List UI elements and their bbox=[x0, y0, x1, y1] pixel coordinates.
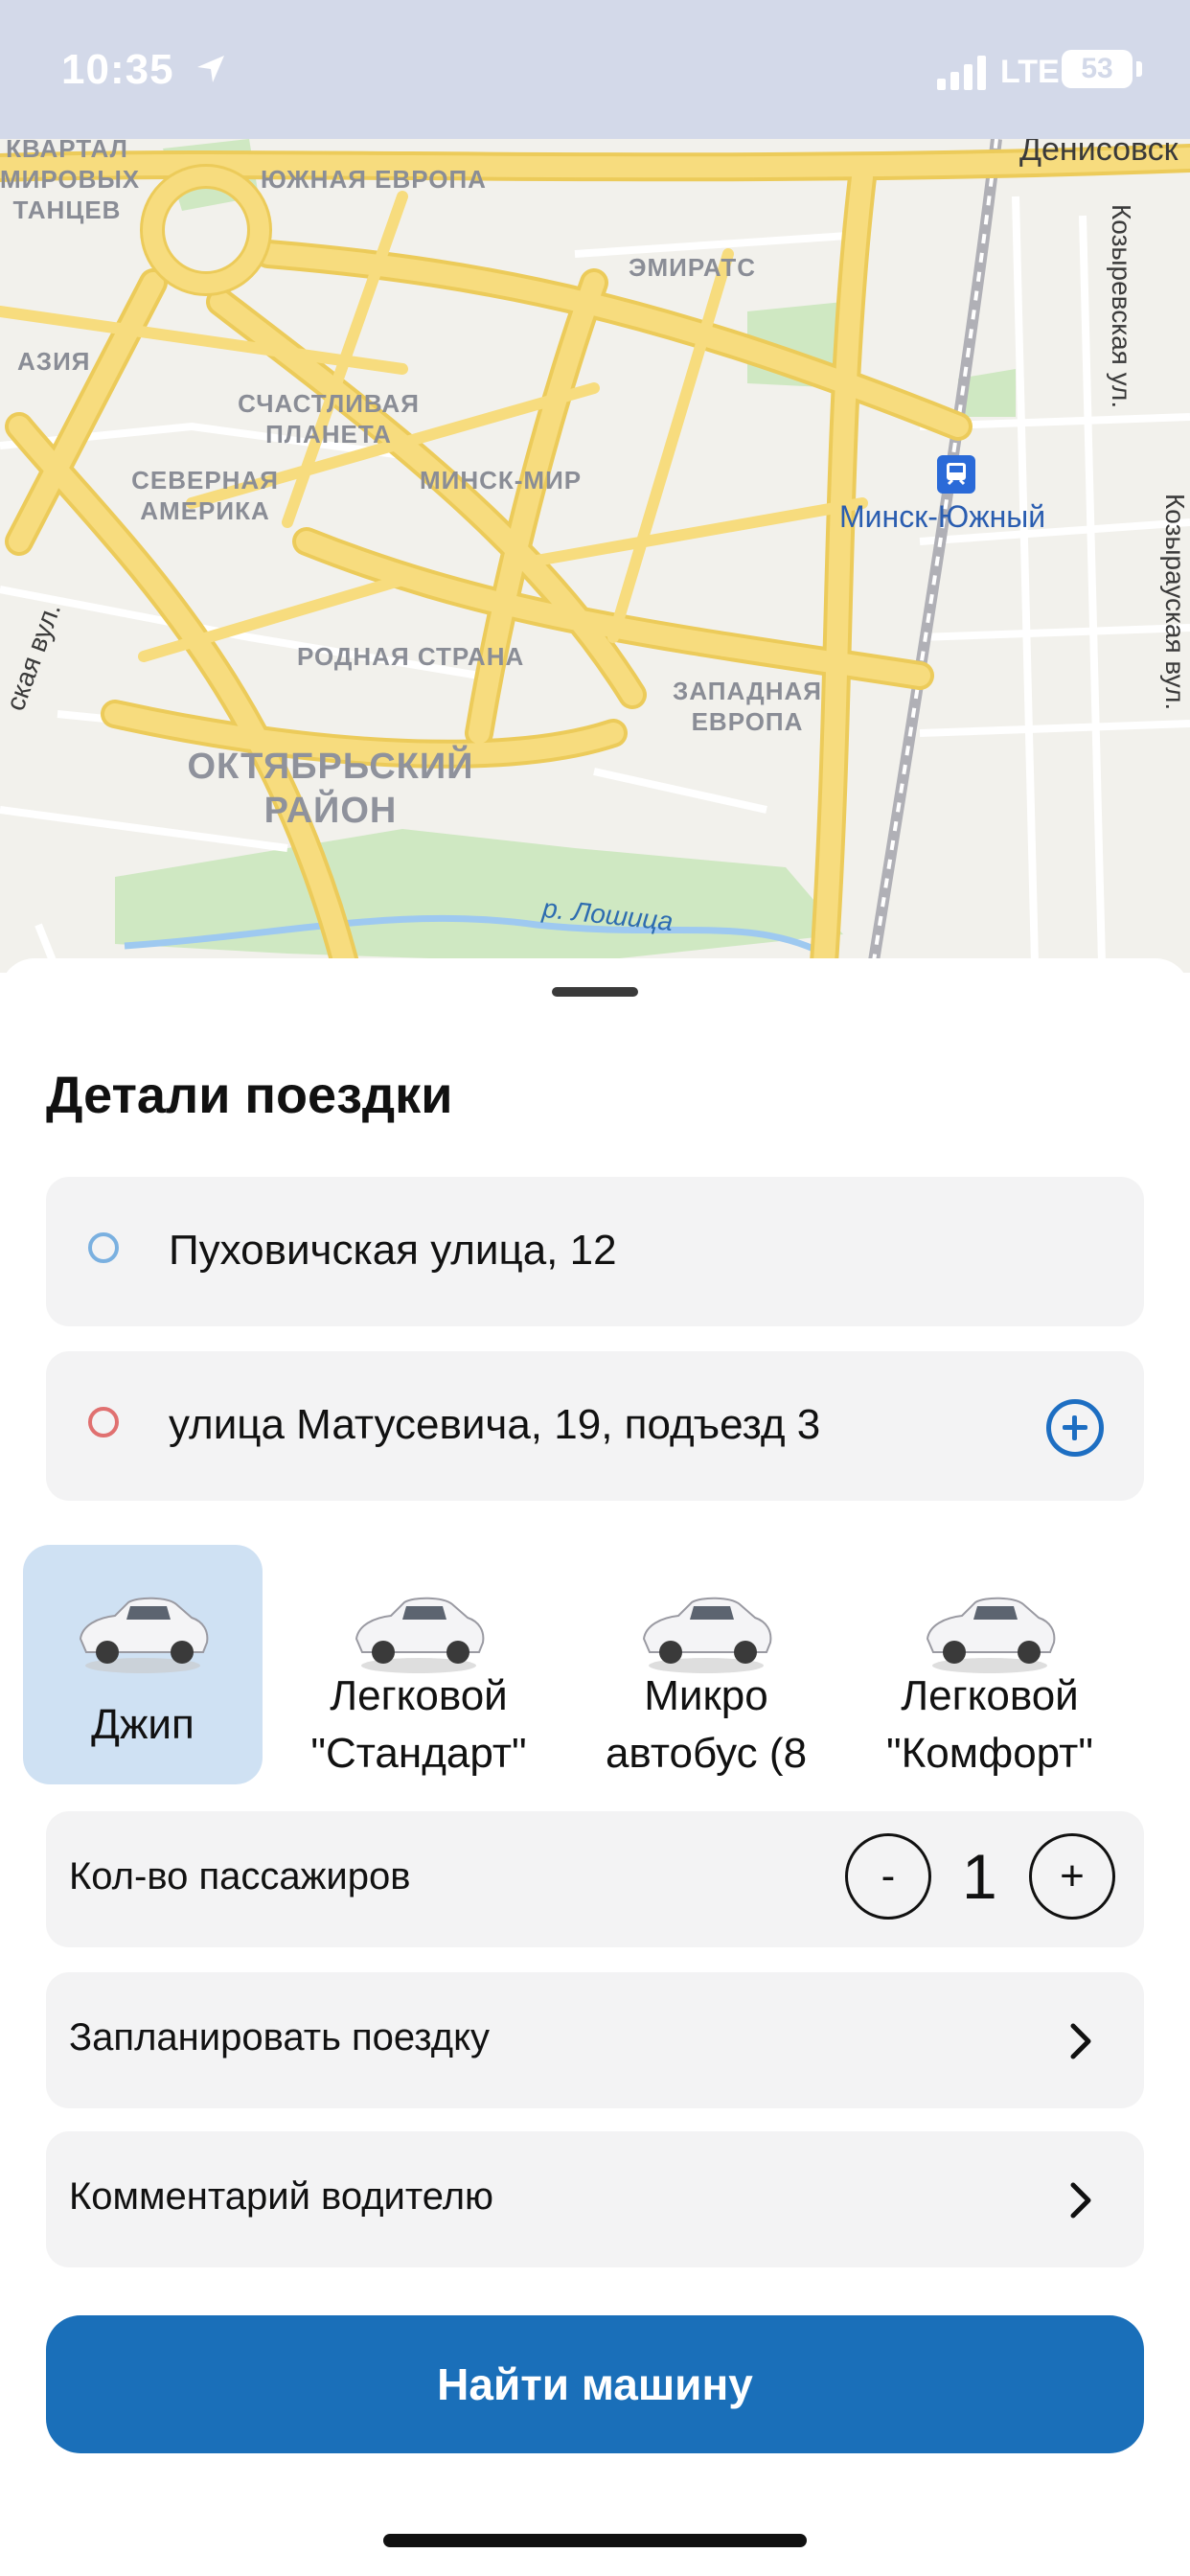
map-label-yuzhnaya-evropa: ЮЖНАЯ ЕВРОПА bbox=[261, 165, 487, 194]
status-bar: 10:35 LTE 53 bbox=[0, 0, 1190, 139]
map-metro-label: Минск-Южный bbox=[839, 499, 1046, 534]
map-label-kvartal: КВАРТАЛ МИРОВЫХ ТАНЦЕВ bbox=[0, 139, 141, 224]
map-street-kozyrevskaya-1: Козыревская ул. bbox=[1107, 204, 1136, 409]
home-indicator[interactable] bbox=[383, 2534, 807, 2547]
from-address-field[interactable]: Пуховичская улица, 12 bbox=[46, 1177, 1144, 1326]
cellular-signal-icon bbox=[937, 56, 986, 90]
to-address-field[interactable]: улица Матусевича, 19, подъезд 3 bbox=[46, 1351, 1144, 1501]
location-arrow-icon bbox=[197, 56, 224, 82]
vehicle-type-label: Микро автобус (8 bbox=[605, 1672, 808, 1777]
map-label-aziya: АЗИЯ bbox=[17, 347, 91, 376]
passengers-plus-button[interactable]: + bbox=[1029, 1833, 1115, 1920]
car-icon bbox=[926, 1597, 1056, 1673]
map-view[interactable]: КВАРТАЛ МИРОВЫХ ТАНЦЕВ ЮЖНАЯ ЕВРОПА ЭМИР… bbox=[0, 139, 1190, 973]
map-roads bbox=[0, 139, 1190, 973]
sheet-title: Детали поездки bbox=[46, 1067, 453, 1124]
map-label-rodnaya: РОДНАЯ СТРАНА bbox=[297, 642, 525, 671]
passengers-count: 1 bbox=[962, 1841, 997, 1912]
passengers-label: Кол-во пассажиров bbox=[69, 1855, 411, 1898]
vehicle-type-mikroavtobus[interactable]: Микро автобус (8 bbox=[586, 1545, 826, 1784]
status-time: 10:35 bbox=[61, 46, 174, 93]
chevron-right-icon bbox=[1070, 2182, 1091, 2219]
vehicle-type-komfort[interactable]: Легковой "Комфорт" bbox=[870, 1545, 1110, 1784]
map-label-severnaya: СЕВЕРНАЯ АМЕРИКА bbox=[131, 466, 279, 525]
car-icon bbox=[79, 1597, 209, 1673]
car-icon bbox=[642, 1597, 772, 1673]
schedule-trip-label: Запланировать поездку bbox=[69, 2016, 491, 2058]
vehicle-type-dzhip[interactable]: Джип bbox=[23, 1545, 263, 1784]
network-type: LTE bbox=[1000, 54, 1060, 90]
vehicle-type-label: Джип bbox=[91, 1701, 195, 1748]
map-label-schastlivaya: СЧАСТЛИВАЯ ПЛАНЕТА bbox=[238, 389, 420, 448]
driver-comment-label: Комментарий водителю bbox=[69, 2175, 494, 2218]
map-label-zapadnaya: ЗАПАДНАЯ ЕВРОПА bbox=[673, 677, 822, 736]
to-address-text: улица Матусевича, 19, подъезд 3 bbox=[169, 1401, 821, 1448]
vehicle-type-label: Легковой "Комфорт" bbox=[886, 1672, 1093, 1777]
vehicle-type-standart[interactable]: Легковой "Стандарт" bbox=[299, 1545, 538, 1784]
from-address-text: Пуховичская улица, 12 bbox=[169, 1227, 617, 1274]
map-label-minsk-mir: МИНСК-МИР bbox=[420, 466, 583, 494]
map-label-emirats: ЭМИРАТС bbox=[629, 253, 757, 282]
battery-icon: 53 bbox=[1062, 50, 1133, 88]
map-street-denisovsk: Денисовск bbox=[1019, 139, 1179, 168]
schedule-trip-row[interactable]: Запланировать поездку bbox=[46, 1972, 1144, 2108]
driver-comment-row[interactable]: Комментарий водителю bbox=[46, 2131, 1144, 2267]
car-icon bbox=[355, 1597, 485, 1673]
from-point-icon bbox=[88, 1232, 119, 1263]
passengers-minus-button[interactable]: - bbox=[845, 1833, 931, 1920]
map-street-kozyrevskaya-2: Козырауская вул. bbox=[1160, 494, 1190, 711]
to-point-icon bbox=[88, 1407, 119, 1438]
vehicle-type-label: Легковой "Стандарт" bbox=[310, 1672, 527, 1777]
battery-tip bbox=[1136, 61, 1142, 77]
chevron-right-icon bbox=[1070, 2023, 1091, 2059]
find-car-button[interactable]: Найти машину bbox=[46, 2315, 1144, 2453]
add-stop-button[interactable] bbox=[1046, 1399, 1104, 1457]
map-label-district: ОКТЯБРЬСКИЙ РАЙОН bbox=[187, 747, 474, 831]
sheet-drag-handle[interactable] bbox=[552, 987, 638, 997]
metro-icon bbox=[937, 455, 975, 494]
